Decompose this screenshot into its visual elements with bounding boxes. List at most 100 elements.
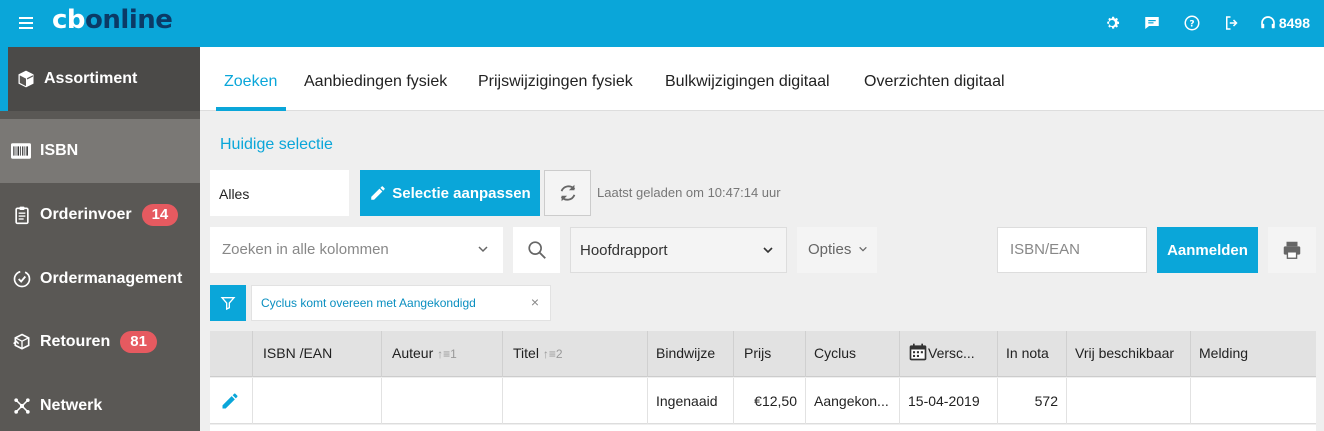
options-dropdown[interactable]: Opties	[797, 227, 877, 273]
search-icon	[527, 241, 546, 259]
sidebar-item-label: Netwerk	[40, 397, 103, 414]
barcode-icon	[8, 139, 34, 163]
search-input[interactable]: Zoeken in alle kolommen	[210, 227, 503, 273]
cell-titel	[503, 378, 648, 424]
header-titel-label: Titel	[513, 345, 539, 361]
sidebar-item-orderinvoer[interactable]: Orderinvoer 14	[0, 183, 200, 247]
cell-cyclus: Aangekon...	[806, 378, 900, 424]
cell-melding	[1191, 378, 1316, 424]
pencil-icon	[371, 186, 386, 200]
last-loaded-text: Laatst geladen om 10:47:14 uur	[597, 185, 781, 200]
cell-verschijning: 15-04-2019	[900, 378, 998, 424]
cell-prijs: €12,50	[734, 378, 806, 424]
tab-prijswijzigingen-fysiek[interactable]: Prijswijzigingen fysiek	[478, 73, 633, 91]
results-table: ISBN /EAN Auteur ↑≡1 Titel ↑≡2 Bindwijze…	[210, 331, 1316, 431]
chat-icon[interactable]	[1141, 12, 1163, 34]
active-tab-underline	[216, 107, 286, 111]
network-icon	[10, 394, 34, 418]
tab-bulkwijzigingen-digitaal[interactable]: Bulkwijzigingen digitaal	[665, 73, 830, 91]
search-button[interactable]	[513, 227, 560, 273]
header-bindwijze[interactable]: Bindwijze	[648, 331, 734, 377]
sidebar-item-label: Retouren	[40, 333, 111, 350]
adjust-selection-label: Selectie aanpassen	[392, 184, 531, 202]
help-icon[interactable]: ?	[1181, 12, 1203, 34]
header-isbn[interactable]: ISBN /EAN	[253, 331, 382, 377]
refresh-button[interactable]	[544, 170, 591, 216]
tab-zoeken[interactable]: Zoeken	[224, 73, 277, 91]
row-actions-cell	[210, 378, 253, 424]
header-titel[interactable]: Titel ↑≡2	[503, 331, 648, 377]
cell-in-nota: 572	[998, 378, 1067, 424]
retouren-badge: 81	[120, 331, 157, 353]
header-verschijning[interactable]: Versc...	[900, 331, 998, 377]
active-indicator	[0, 47, 8, 111]
logo-online: online	[85, 5, 173, 35]
report-select-value: Hoofdrapport	[580, 242, 668, 259]
register-button[interactable]: Aanmelden	[1157, 227, 1258, 273]
sidebar-item-label: ISBN	[40, 142, 79, 159]
sidebar-item-label: Orderinvoer	[40, 206, 132, 223]
table-row-partial	[210, 425, 1316, 431]
logo[interactable]: cbonline	[52, 5, 173, 35]
check-circle-icon	[10, 267, 34, 291]
sidebar-item-label: Assortiment	[44, 70, 138, 87]
table-header: ISBN /EAN Auteur ↑≡1 Titel ↑≡2 Bindwijze…	[210, 331, 1316, 377]
section-title: Huidige selectie	[220, 136, 333, 153]
cell-auteur	[382, 378, 503, 424]
support-number: 8498	[1278, 15, 1310, 31]
header-vrij-beschikbaar[interactable]: Vrij beschikbaar	[1067, 331, 1191, 377]
sidebar-item-label: Ordermanagement	[40, 270, 183, 287]
logout-icon[interactable]	[1221, 12, 1243, 34]
filter-chip: Cyclus komt overeen met Aangekondigd ×	[251, 285, 551, 321]
header-cyclus-label: Cyclus	[814, 345, 857, 361]
selection-value[interactable]: Alles	[210, 170, 349, 216]
headset-icon	[1261, 16, 1275, 29]
tab-aanbiedingen-fysiek[interactable]: Aanbiedingen fysiek	[304, 73, 447, 91]
cell-bindwijze: Ingenaaid	[648, 378, 734, 424]
table-row[interactable]: Ingenaaid €12,50 Aangekon... 15-04-2019 …	[210, 378, 1316, 424]
menu-icon[interactable]	[19, 17, 33, 29]
sidebar-item-ordermanagement[interactable]: Ordermanagement	[0, 247, 200, 311]
header-in-nota[interactable]: In nota	[998, 331, 1067, 377]
header-prijs-label: Prijs	[744, 345, 772, 361]
print-button[interactable]	[1268, 227, 1316, 273]
sort-indicator: ↑≡2	[542, 347, 563, 361]
header-cyclus[interactable]: Cyclus	[806, 331, 900, 377]
header-auteur[interactable]: Auteur ↑≡1	[382, 331, 503, 377]
options-label: Opties	[808, 241, 852, 258]
filter-icon	[220, 297, 236, 311]
orderinvoer-badge: 14	[141, 204, 179, 226]
chevron-down-icon[interactable]	[477, 243, 489, 255]
printer-icon	[1283, 241, 1301, 259]
support-phone[interactable]: 8498	[1259, 14, 1310, 32]
search-placeholder: Zoeken in alle kolommen	[222, 241, 389, 258]
header-actions	[210, 331, 253, 377]
filter-button[interactable]	[210, 285, 246, 321]
pencil-icon[interactable]	[220, 391, 240, 411]
sort-indicator: ↑≡1	[437, 347, 457, 361]
chevron-down-icon	[858, 246, 867, 252]
gear-icon[interactable]	[1101, 12, 1123, 34]
top-icons: ? 8498	[1083, 12, 1310, 34]
tab-overzichten-digitaal[interactable]: Overzichten digitaal	[864, 73, 1005, 91]
cell-vrij	[1067, 378, 1191, 424]
sidebar-item-assortiment[interactable]: Assortiment	[0, 47, 200, 111]
header-melding[interactable]: Melding	[1191, 331, 1316, 377]
header-vrij-label: Vrij beschikbaar	[1075, 345, 1175, 361]
chevron-down-icon	[763, 247, 773, 254]
isbn-placeholder: ISBN/EAN	[1010, 241, 1081, 258]
report-select[interactable]: Hoofdrapport	[570, 227, 787, 273]
tab-bar: Zoeken Aanbiedingen fysiek Prijswijzigin…	[200, 47, 1324, 111]
header-prijs[interactable]: Prijs	[734, 331, 806, 377]
sidebar-item-isbn[interactable]: ISBN	[0, 119, 200, 183]
isbn-input[interactable]: ISBN/EAN	[997, 227, 1147, 273]
header-bindwijze-label: Bindwijze	[656, 345, 716, 361]
header-in-nota-label: In nota	[1006, 345, 1049, 361]
close-icon[interactable]: ×	[531, 294, 539, 310]
header-verschijning-label: Versc...	[928, 345, 975, 361]
sidebar-item-netwerk[interactable]: Netwerk	[0, 374, 200, 431]
refresh-icon	[560, 184, 575, 202]
sidebar-item-retouren[interactable]: Retouren 81	[0, 310, 200, 374]
logo-cb: cb	[52, 5, 86, 35]
adjust-selection-button[interactable]: Selectie aanpassen	[360, 170, 540, 216]
